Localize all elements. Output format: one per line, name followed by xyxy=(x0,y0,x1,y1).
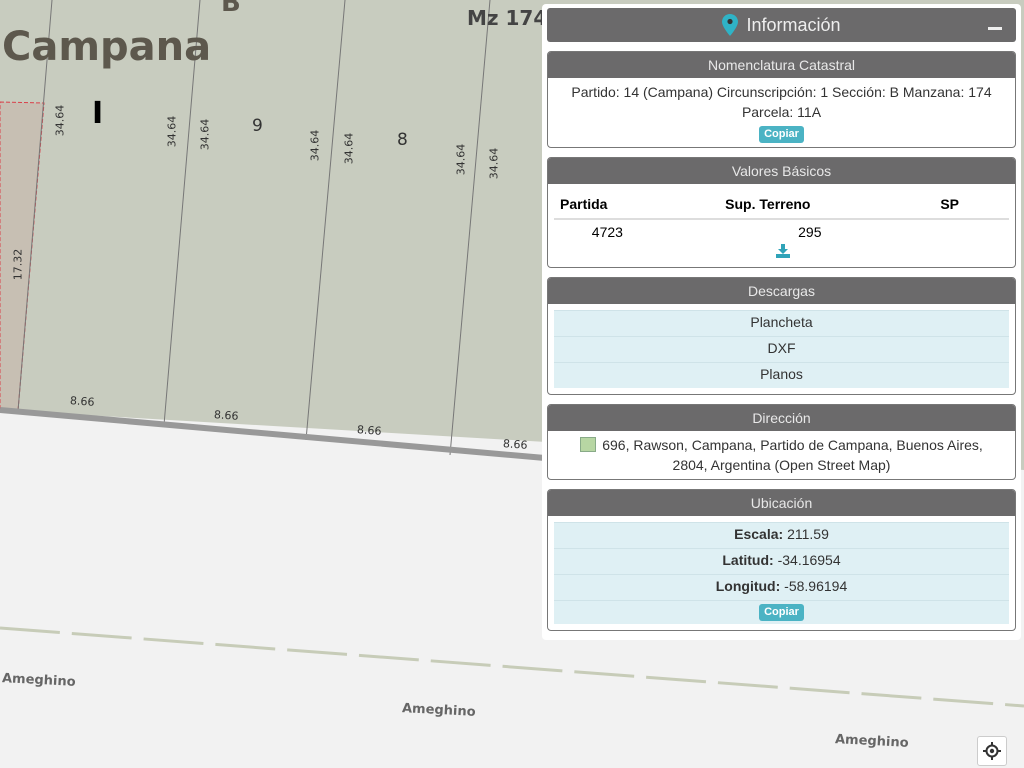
download-plancheta[interactable]: Plancheta xyxy=(554,310,1009,336)
download-icon xyxy=(775,244,790,258)
valores-section: Valores Básicos Partida Sup. Terreno SP 47… xyxy=(547,157,1016,268)
copy-nomenclatura-button[interactable]: Copiar xyxy=(759,126,804,143)
dimension-label: 8.66 xyxy=(213,408,239,423)
lat-value: -34.16954 xyxy=(777,552,841,568)
download-planos[interactable]: Planos xyxy=(554,362,1009,388)
dimension-label: 34.64 xyxy=(454,143,468,176)
minimize-icon[interactable] xyxy=(988,27,1002,30)
download-button[interactable] xyxy=(554,244,1009,263)
nomenclatura-section: Nomenclatura Catastral Partido: 14 (Camp… xyxy=(547,51,1016,148)
section-title: Nomenclatura Catastral xyxy=(548,52,1015,78)
section-label: B xyxy=(221,0,241,18)
section-title: Ubicación xyxy=(548,490,1015,516)
escala-value: 211.59 xyxy=(787,526,829,542)
osm-icon[interactable] xyxy=(580,437,597,452)
section-title: Valores Básicos xyxy=(548,158,1015,184)
dimension-label: 34.64 xyxy=(165,115,179,148)
col-header: Sup. Terreno xyxy=(660,190,875,220)
locality-label: Campana xyxy=(2,24,212,70)
cell xyxy=(875,219,1009,244)
lon-value: -58.96194 xyxy=(784,578,848,594)
col-header: Partida xyxy=(554,190,661,220)
dimension-label: 34.64 xyxy=(53,104,67,137)
dimension-label: 34.64 xyxy=(198,118,212,151)
escala-label: Escala: xyxy=(734,526,784,542)
section-title: Dirección xyxy=(548,405,1015,431)
circ-label: I xyxy=(92,96,104,131)
descargas-section: Descargas Plancheta DXF Planos xyxy=(547,277,1016,395)
section-title: Descargas xyxy=(548,278,1015,304)
cell: 295 xyxy=(798,224,822,240)
panel-header: Información xyxy=(547,8,1016,42)
panel-title: Información xyxy=(746,14,841,35)
valores-table: Partida Sup. Terreno SP 4723 295 xyxy=(554,190,1009,244)
dimension-label: 34.64 xyxy=(308,129,322,162)
dimension-label: 34.64 xyxy=(342,132,356,165)
dimension-label: 8.66 xyxy=(502,437,528,452)
address-text: 696, Rawson, Campana, Partido de Campana… xyxy=(602,437,983,473)
crosshair-icon xyxy=(983,742,1001,760)
col-header: SP xyxy=(874,190,1009,220)
direccion-section: Dirección 696, Rawson, Campana, Partido … xyxy=(547,404,1016,480)
ubicacion-section: Ubicación Escala: 211.59 Latitud: -34.16… xyxy=(547,489,1016,631)
nomenclatura-text: Partido: 14 (Campana) Circunscripción: 1… xyxy=(571,84,992,120)
locate-button[interactable] xyxy=(977,736,1007,766)
dimension-label: 34.64 xyxy=(487,147,501,180)
parcel-label: 9 xyxy=(252,116,263,136)
lat-label: Latitud: xyxy=(722,552,774,568)
cell: 4723 xyxy=(591,224,623,240)
dimension-label: 17.32 xyxy=(11,248,25,281)
dimension-label: 8.66 xyxy=(356,423,382,438)
copy-location-button[interactable]: Copiar xyxy=(759,604,804,621)
block-label: Mz 174 xyxy=(467,6,548,30)
info-panel: Información Nomenclatura Catastral Parti… xyxy=(542,4,1021,640)
map-marker-icon xyxy=(722,14,739,36)
parcel-label: 8 xyxy=(397,130,408,150)
lon-label: Longitud: xyxy=(715,578,781,594)
dimension-label: 8.66 xyxy=(69,394,95,409)
download-dxf[interactable]: DXF xyxy=(554,336,1009,362)
